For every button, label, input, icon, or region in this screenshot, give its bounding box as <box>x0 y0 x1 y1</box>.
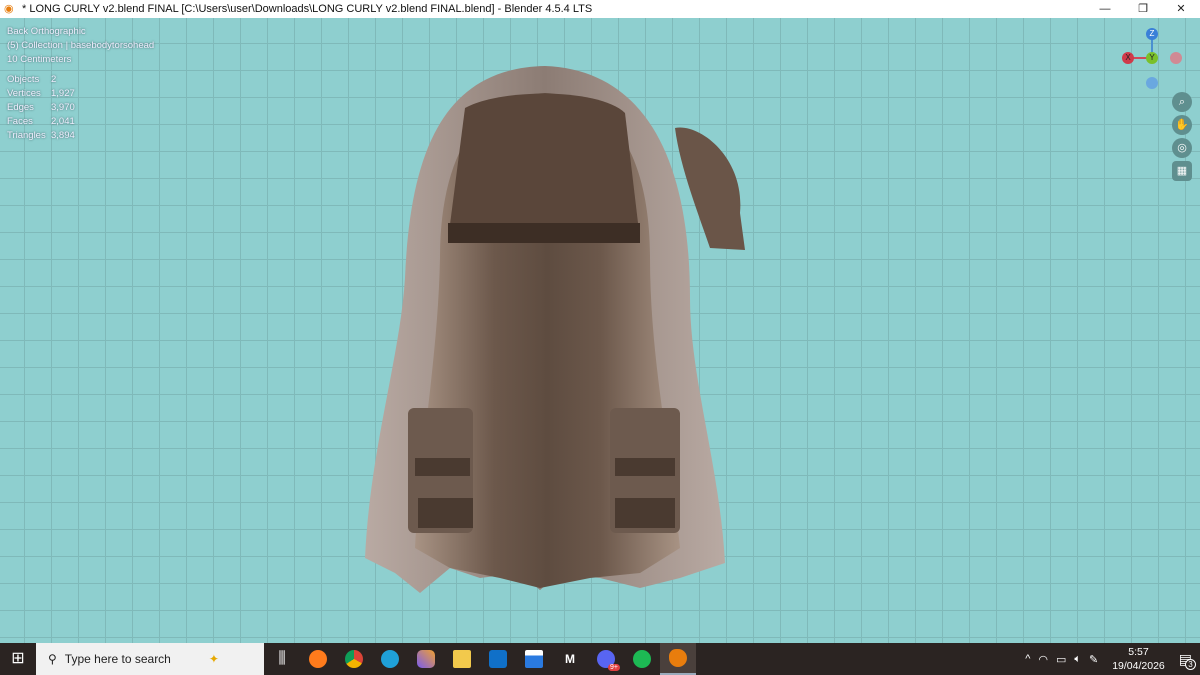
view-name: Back Orthographic <box>7 26 86 37</box>
search-placeholder: Type here to search <box>64 652 171 666</box>
chrome-icon[interactable] <box>336 643 372 675</box>
gizmo-z-axis[interactable]: Z <box>1146 28 1158 40</box>
firefox-icon[interactable] <box>300 643 336 675</box>
collection-info: (5) Collection | basebodytorsohead <box>7 40 155 51</box>
file-explorer-icon[interactable] <box>444 643 480 675</box>
hair-model <box>365 66 745 593</box>
battery-icon[interactable]: ▭ <box>1056 653 1066 666</box>
time: 5:57 <box>1128 646 1149 658</box>
gizmo-x-axis[interactable]: X <box>1122 52 1134 64</box>
discord-icon[interactable]: 9+ <box>588 643 624 675</box>
stat-label: Edges <box>7 102 34 113</box>
search-box[interactable]: ⚲ Type here to search ✦ <box>36 643 264 675</box>
search-icon: ⚲ <box>48 652 57 666</box>
grid-view-icon[interactable]: ▦ <box>1172 161 1192 181</box>
navigation-gizmo[interactable]: Z X Y <box>1122 26 1186 96</box>
minimize-button[interactable]: — <box>1086 0 1124 18</box>
store-icon[interactable] <box>516 643 552 675</box>
taskbar: ⊞ ⚲ Type here to search ✦ ⫼ M 9+ ^ ◠ ▭ 🔈… <box>0 643 1200 675</box>
app-m-icon[interactable]: M <box>552 643 588 675</box>
task-view-icon[interactable]: ⫼ <box>264 643 300 675</box>
close-button[interactable]: ✕ <box>1162 0 1200 18</box>
show-hidden-icons-icon[interactable]: ^ <box>1025 653 1030 665</box>
camera-icon[interactable]: ◎ <box>1172 138 1192 158</box>
spotify-icon[interactable] <box>624 643 660 675</box>
sparkle-icon: ✦ <box>208 652 219 666</box>
stat-label: Faces <box>7 116 33 127</box>
blender-icon[interactable] <box>660 643 696 675</box>
pan-hand-icon[interactable]: ✋ <box>1172 115 1192 135</box>
blender-logo-icon: ◉ <box>4 3 14 15</box>
zoom-icon[interactable]: ⌕ <box>1172 92 1192 112</box>
system-tray: ^ ◠ ▭ 🔈︎ ✎ 5:57 19/04/2026 ▤ 3 <box>1025 643 1200 675</box>
notifications-icon[interactable]: ▤ 3 <box>1179 651 1196 670</box>
copilot-icon[interactable] <box>408 643 444 675</box>
edge-icon[interactable] <box>372 643 408 675</box>
grid-scale: 10 Centimeters <box>7 54 72 65</box>
stat-value: 3,970 <box>51 102 75 113</box>
outlook-icon[interactable] <box>480 643 516 675</box>
3d-viewport[interactable]: Back Orthographic (5) Collection | baseb… <box>0 18 1200 643</box>
stat-value: 2,041 <box>51 116 75 127</box>
notification-count: 3 <box>1185 658 1196 670</box>
discord-badge: 9+ <box>608 664 620 671</box>
stat-label: Vertices <box>7 88 41 99</box>
clock[interactable]: 5:57 19/04/2026 <box>1112 645 1165 673</box>
restore-button[interactable]: ❐ <box>1124 0 1162 18</box>
scene-stats: Objects 2 Vertices 1,927 Edges 3,970 Faces 2… <box>7 73 154 143</box>
pen-icon[interactable]: ✎ <box>1089 653 1098 666</box>
stat-label: Objects <box>7 74 40 85</box>
window-title: * LONG CURLY v2.blend FINAL [C:\Users\us… <box>22 3 593 15</box>
windows-start-icon[interactable]: ⊞ <box>0 643 36 675</box>
stat-value: 2 <box>51 74 57 85</box>
stat-value: 1,927 <box>51 88 75 99</box>
gizmo-y-axis[interactable]: Y <box>1146 52 1158 64</box>
viewport-info: Back Orthographic (5) Collection | baseb… <box>7 25 154 143</box>
title-bar: ◉ * LONG CURLY v2.blend FINAL [C:\Users\… <box>0 0 1200 18</box>
date: 19/04/2026 <box>1112 660 1165 672</box>
stat-value: 3,894 <box>51 130 75 141</box>
volume-icon[interactable]: 🔈︎ <box>1074 653 1081 666</box>
wifi-icon[interactable]: ◠ <box>1038 653 1048 666</box>
stat-label: Triangles <box>7 130 46 141</box>
